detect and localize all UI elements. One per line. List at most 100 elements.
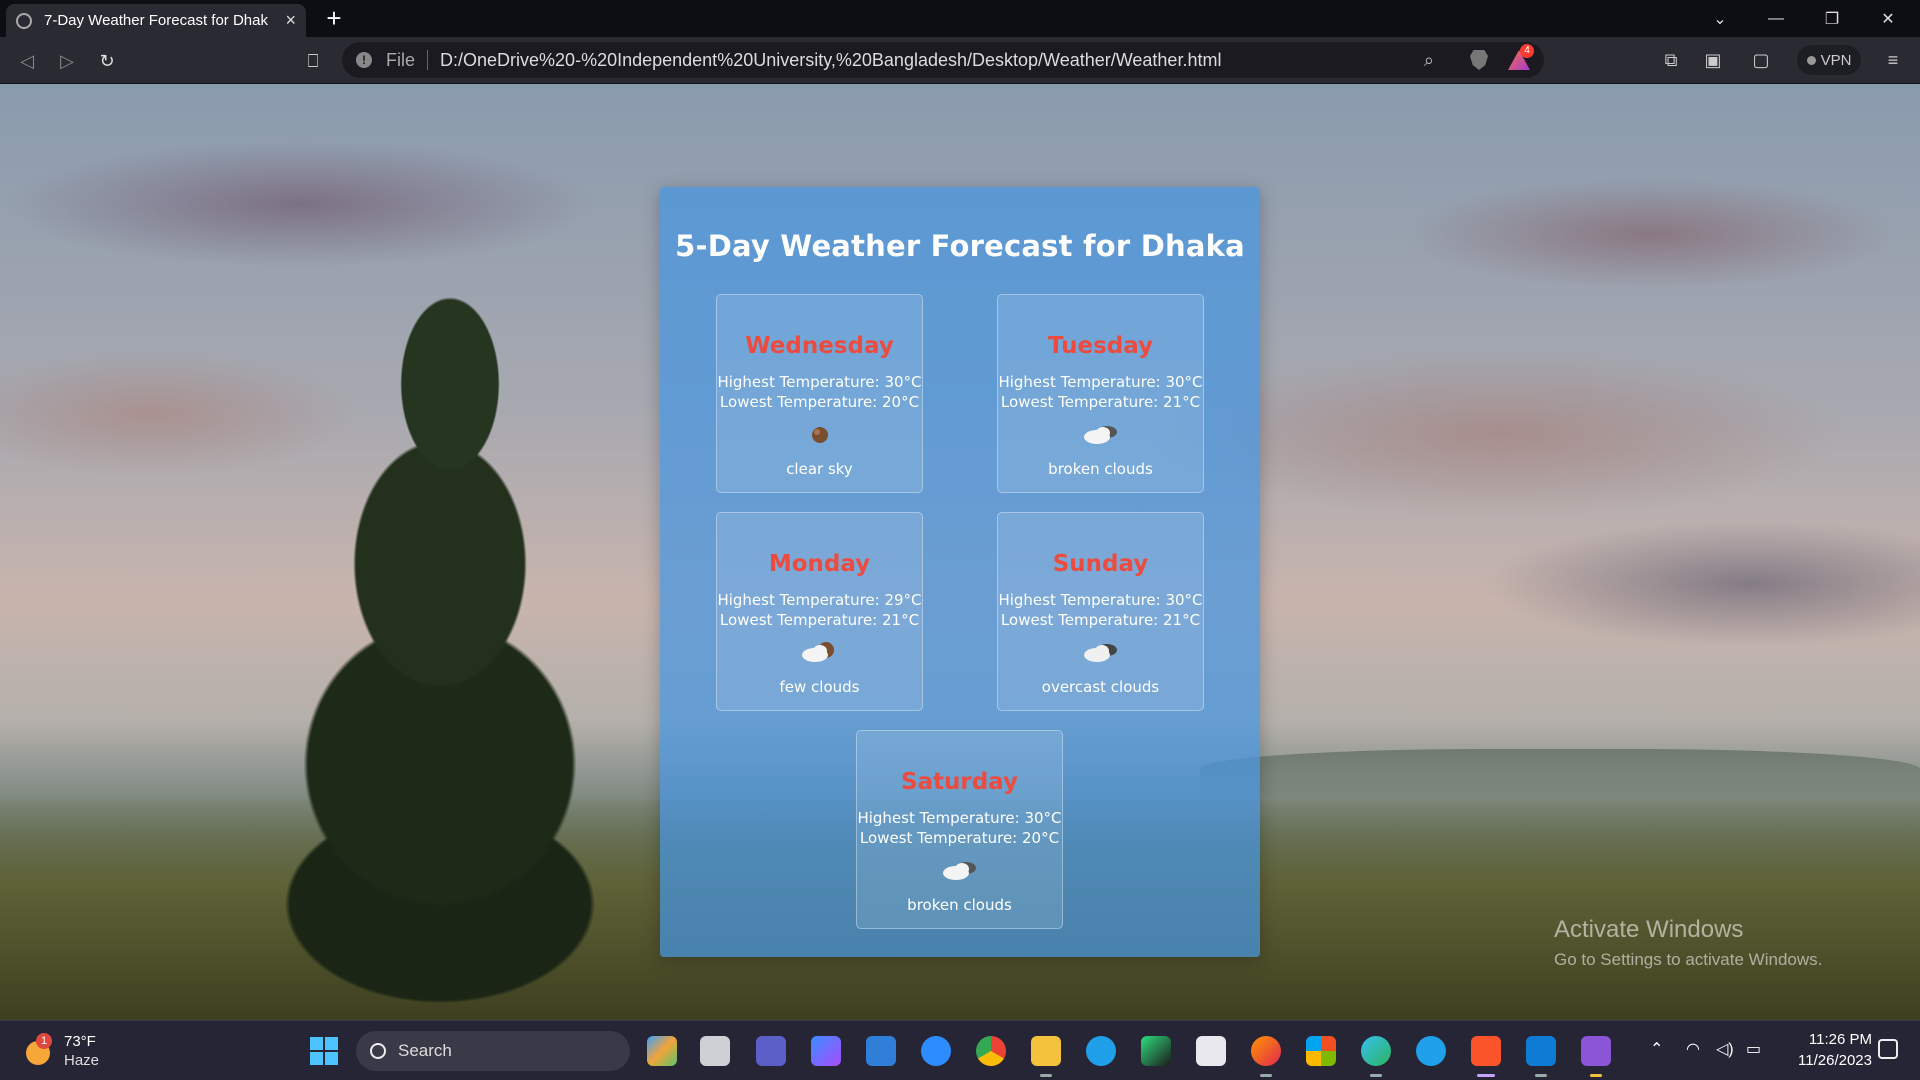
overcast-clouds-icon [1083, 644, 1117, 662]
firefox-icon[interactable] [1251, 1036, 1281, 1066]
clock-time: 11:26 PM [1808, 1031, 1872, 1048]
chrome-icon[interactable] [976, 1036, 1006, 1066]
few-clouds-icon [801, 642, 834, 662]
weather-condition: Haze [64, 1052, 100, 1069]
day-name: Sunday [1052, 551, 1149, 577]
low-temp: Lowest Temperature: 21°C [1000, 393, 1201, 411]
clear-sky-icon [811, 427, 828, 443]
back-icon[interactable]: ◁ [12, 46, 42, 76]
wifi-icon[interactable]: ◠ [1686, 1039, 1700, 1059]
day-name: Wednesday [745, 333, 894, 359]
high-temp: Highest Temperature: 30°C [857, 809, 1062, 827]
file-explorer-icon[interactable] [1031, 1036, 1061, 1066]
clock[interactable]: 11:26 PM 11/26/2023 [1782, 1029, 1872, 1071]
sidebar-icon[interactable]: ▣ [1702, 49, 1724, 71]
watermark-title: Activate Windows [1554, 916, 1744, 943]
watermark-subtitle: Go to Settings to activate Windows. [1554, 950, 1823, 969]
forecast-card: Wednesday Highest Temperature: 30°C Lowe… [716, 294, 923, 493]
url-text[interactable]: D:/OneDrive%20-%20Independent%20Universi… [440, 50, 1221, 71]
minimize-icon[interactable]: — [1748, 0, 1804, 37]
tab-title: 7-Day Weather Forecast for Dhaka [44, 12, 268, 29]
active-indicator [1370, 1074, 1382, 1077]
url-scheme: File [386, 49, 416, 70]
day-name: Tuesday [1047, 333, 1154, 359]
high-temp: Highest Temperature: 30°C [717, 373, 922, 391]
mail-icon[interactable] [866, 1036, 896, 1066]
zoom-icon[interactable]: ⌕ [1424, 50, 1434, 71]
vpn-status-icon [1806, 55, 1816, 65]
weather-badge: 1 [36, 1033, 52, 1049]
windows-start-icon[interactable] [310, 1037, 338, 1065]
globe-icon [16, 12, 32, 29]
browser-toolbar: ◁ ▷ ↻ ⎕ ! File D:/OneDrive%20-%20Indepen… [0, 37, 1920, 84]
active-indicator [1477, 1074, 1495, 1077]
skype-icon[interactable] [1086, 1036, 1116, 1066]
search-label: Search [398, 1041, 452, 1060]
volume-icon[interactable]: ◁) [1716, 1039, 1734, 1059]
low-temp: Lowest Temperature: 21°C [1000, 611, 1201, 629]
forecast-card: Monday Highest Temperature: 29°C Lowest … [716, 512, 923, 711]
tab-list-icon[interactable]: ⌄ [1692, 0, 1748, 37]
forward-icon[interactable]: ▷ [52, 46, 82, 76]
notification-icon[interactable] [1878, 1039, 1898, 1059]
forecast-card: Sunday Highest Temperature: 30°C Lowest … [997, 512, 1204, 711]
brave-icon[interactable] [1471, 1036, 1501, 1066]
rewards-badge: 4 [1520, 44, 1534, 58]
media-player-icon[interactable] [811, 1036, 841, 1066]
brave-shields-icon[interactable] [1470, 50, 1488, 70]
weather-description: few clouds [779, 678, 860, 696]
visual-studio-icon[interactable] [1581, 1036, 1611, 1066]
clion-icon[interactable] [1141, 1036, 1171, 1066]
browser-tab[interactable]: 7-Day Weather Forecast for Dhaka × [6, 4, 306, 37]
weather-widget[interactable]: 1 73°F Haze [22, 1031, 112, 1071]
bookmark-icon[interactable]: ⎕ [298, 46, 328, 76]
broken-clouds-icon [942, 862, 976, 880]
task-view-icon[interactable] [700, 1036, 730, 1066]
day-name: Saturday [900, 769, 1019, 795]
store-icon[interactable] [1196, 1036, 1226, 1066]
skype-alt-icon[interactable] [1416, 1036, 1446, 1066]
extensions-icon[interactable]: ⧉ [1660, 49, 1682, 71]
weather-description: broken clouds [907, 896, 1012, 914]
info-icon[interactable]: ! [356, 52, 372, 68]
weather-description: overcast clouds [1041, 678, 1160, 696]
background-forest [1200, 749, 1920, 799]
weather-description: clear sky [786, 460, 853, 478]
vpn-button[interactable]: VPN [1797, 45, 1861, 75]
close-icon[interactable]: ✕ [1860, 0, 1916, 37]
vpn-label: VPN [1820, 51, 1852, 69]
maximize-icon[interactable]: ❐ [1804, 0, 1860, 37]
weather-description: broken clouds [1048, 460, 1153, 478]
background-tree [170, 244, 710, 1004]
teams-icon[interactable] [756, 1036, 786, 1066]
vscode-icon[interactable] [1526, 1036, 1556, 1066]
high-temp: Highest Temperature: 30°C [998, 591, 1203, 609]
copilot-icon[interactable] [647, 1036, 677, 1066]
menu-icon[interactable]: ≡ [1882, 49, 1904, 71]
battery-icon[interactable]: ▭ [1746, 1039, 1761, 1059]
new-tab-button[interactable]: + [320, 4, 348, 32]
page-viewport: 5-Day Weather Forecast for Dhaka Wednesd… [0, 84, 1920, 1020]
edge-icon[interactable] [1361, 1036, 1391, 1066]
broken-clouds-icon [1083, 426, 1117, 444]
high-temp: Highest Temperature: 29°C [717, 591, 922, 609]
page-title: 5-Day Weather Forecast for Dhaka [675, 229, 1245, 263]
search-icon [370, 1043, 386, 1059]
tab-close-icon[interactable]: × [285, 10, 296, 31]
high-temp: Highest Temperature: 30°C [998, 373, 1203, 391]
active-indicator [1260, 1074, 1272, 1077]
forecast-card: Tuesday Highest Temperature: 30°C Lowest… [997, 294, 1204, 493]
activate-windows-watermark: Activate Windows Go to Settings to activ… [1554, 916, 1822, 970]
tray-overflow-icon[interactable]: ⌃ [1650, 1039, 1663, 1059]
zoom-icon[interactable] [921, 1036, 951, 1066]
forecast-container: 5-Day Weather Forecast for Dhaka Wednesd… [660, 187, 1260, 957]
clock-date: 11/26/2023 [1798, 1052, 1872, 1069]
weather-temp: 73°F [64, 1033, 96, 1050]
windows-store-icon[interactable] [1306, 1036, 1336, 1066]
active-indicator [1535, 1074, 1547, 1077]
taskbar-search[interactable]: Search [356, 1031, 630, 1071]
day-name: Monday [768, 551, 871, 577]
address-bar[interactable]: ! File D:/OneDrive%20-%20Independent%20U… [342, 42, 1544, 78]
wallet-icon[interactable]: ▢ [1750, 49, 1772, 71]
reload-icon[interactable]: ↻ [92, 46, 122, 76]
